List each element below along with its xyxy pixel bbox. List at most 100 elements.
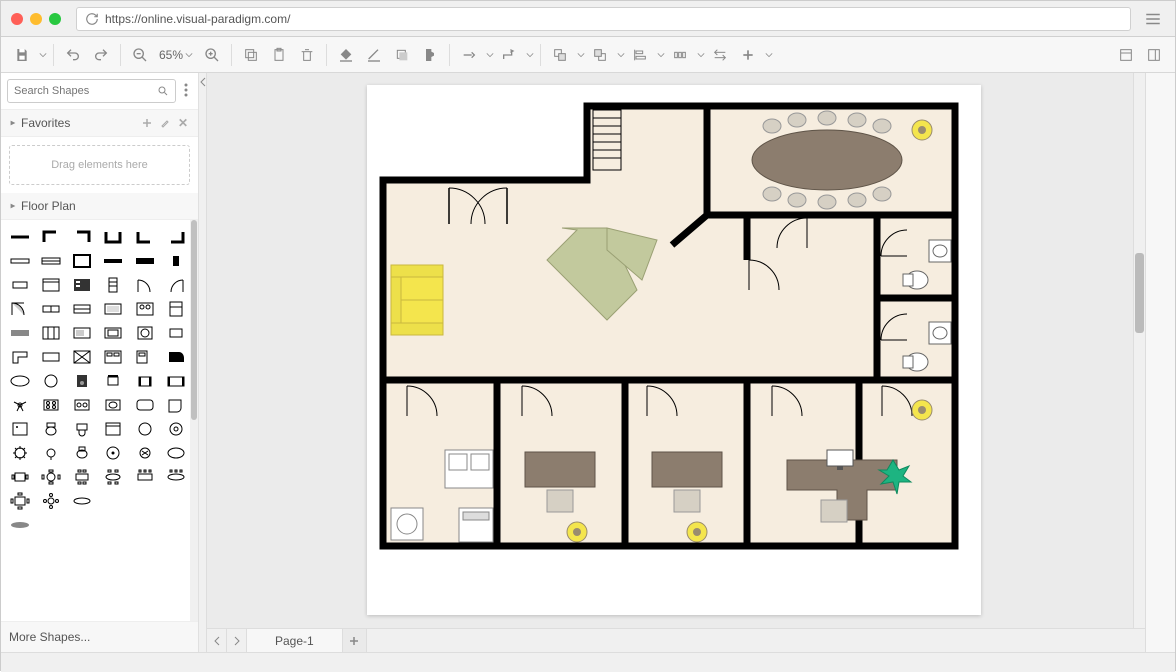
shape-rug-round[interactable] [163, 442, 189, 464]
shape-dining-square[interactable] [7, 466, 33, 488]
sidebar-collapse-handle[interactable] [199, 73, 207, 652]
favorites-edit-button[interactable] [158, 116, 172, 130]
outline-toggle-button[interactable] [1141, 42, 1167, 68]
shape-wall-horizontal[interactable] [7, 226, 33, 248]
favorites-close-button[interactable]: ✕ [176, 116, 190, 130]
save-dropdown-icon[interactable] [39, 51, 47, 59]
waypoint-button[interactable] [496, 42, 522, 68]
shape-sliding-door[interactable] [69, 298, 95, 320]
shape-tv[interactable] [100, 298, 126, 320]
shape-dining-rect[interactable] [69, 466, 95, 488]
shape-microwave[interactable] [69, 322, 95, 344]
favorites-add-button[interactable] [140, 116, 154, 130]
minimize-window-button[interactable] [30, 13, 42, 25]
distribute-dropdown-icon[interactable] [697, 51, 705, 59]
shape-corner-tr[interactable] [69, 226, 95, 248]
shape-table-round[interactable] [38, 370, 64, 392]
toback-dropdown-icon[interactable] [617, 51, 625, 59]
shape-counter[interactable] [38, 346, 64, 368]
undo-button[interactable] [60, 42, 86, 68]
shape-conf-table[interactable] [69, 490, 95, 512]
shape-window-casement[interactable] [38, 298, 64, 320]
copy-button[interactable] [238, 42, 264, 68]
shape-table-chairs-1[interactable] [7, 490, 33, 512]
delete-button[interactable] [294, 42, 320, 68]
shape-bed-single[interactable] [132, 346, 158, 368]
shape-chair[interactable] [100, 370, 126, 392]
maximize-window-button[interactable] [49, 13, 61, 25]
floorplan-section-header[interactable]: Floor Plan [1, 193, 198, 220]
shape-cabinet[interactable] [38, 274, 64, 296]
shape-sofa-small[interactable] [163, 370, 189, 392]
ceiling-light[interactable] [912, 400, 932, 420]
page-tab-1[interactable]: Page-1 [247, 629, 343, 652]
shape-range[interactable] [38, 394, 64, 416]
distribute-button[interactable] [667, 42, 693, 68]
line-color-button[interactable] [361, 42, 387, 68]
insert-button[interactable] [735, 42, 761, 68]
shape-dresser[interactable] [69, 274, 95, 296]
format-painter-button[interactable] [417, 42, 443, 68]
url-bar[interactable] [76, 7, 1131, 31]
sofa[interactable] [391, 265, 443, 335]
shape-empty-1[interactable] [100, 490, 126, 512]
favorites-drop-zone[interactable]: Drag elements here [9, 145, 190, 185]
ceiling-light[interactable] [687, 522, 707, 542]
shape-table-small[interactable] [7, 274, 33, 296]
shape-empty-3[interactable] [163, 490, 189, 512]
shape-shower[interactable] [7, 418, 33, 440]
shape-sink[interactable] [69, 418, 95, 440]
search-input[interactable] [14, 85, 157, 97]
canvas-area[interactable] [207, 73, 1145, 628]
shape-fan[interactable] [7, 394, 33, 416]
shape-shelf[interactable] [100, 274, 126, 296]
shape-sink-kitchen[interactable] [100, 322, 126, 344]
waypoint-dropdown-icon[interactable] [526, 51, 534, 59]
shape-washer[interactable] [132, 322, 158, 344]
more-shapes-button[interactable]: More Shapes... [1, 621, 198, 652]
shape-lamp-floor[interactable] [132, 418, 158, 440]
shadow-button[interactable] [389, 42, 415, 68]
format-panel-toggle-button[interactable] [1113, 42, 1139, 68]
url-input[interactable] [105, 12, 1122, 26]
fill-color-button[interactable] [333, 42, 359, 68]
shape-window[interactable] [7, 250, 33, 272]
align-dropdown-icon[interactable] [657, 51, 665, 59]
shape-door-right[interactable] [163, 274, 189, 296]
shape-door-quarter[interactable] [7, 298, 33, 320]
paste-button[interactable] [266, 42, 292, 68]
shape-corner-bl[interactable] [132, 226, 158, 248]
browser-menu-button[interactable] [1141, 7, 1165, 31]
shape-piano[interactable] [163, 346, 189, 368]
drawing-page[interactable] [367, 85, 981, 615]
redo-button[interactable] [88, 42, 114, 68]
zoom-out-button[interactable] [127, 42, 153, 68]
to-back-button[interactable] [587, 42, 613, 68]
insert-dropdown-icon[interactable] [765, 51, 773, 59]
search-shapes-box[interactable] [7, 79, 176, 103]
shape-table-round-4[interactable] [38, 490, 64, 512]
shape-wall-segment[interactable] [100, 250, 126, 272]
shape-tub-corner[interactable] [163, 394, 189, 416]
shape-toilet-top[interactable] [38, 418, 64, 440]
shape-corner-br[interactable] [163, 226, 189, 248]
sidebar-scrollbar[interactable] [190, 220, 198, 621]
reload-icon[interactable] [85, 12, 99, 26]
zoom-in-button[interactable] [199, 42, 225, 68]
shape-light-ceiling[interactable] [163, 418, 189, 440]
ceiling-light[interactable] [567, 522, 587, 542]
shape-dishwasher[interactable] [100, 418, 126, 440]
ceiling-light[interactable] [912, 120, 932, 140]
direction-toggle-button[interactable] [707, 42, 733, 68]
close-window-button[interactable] [11, 13, 23, 25]
shape-door-left[interactable] [132, 274, 158, 296]
shape-fridge[interactable] [163, 298, 189, 320]
shape-stove[interactable] [132, 298, 158, 320]
shape-wall-u[interactable] [100, 226, 126, 248]
shape-dining-long[interactable] [132, 466, 158, 488]
floorplan-diagram[interactable] [377, 100, 961, 552]
shape-lamp-table[interactable] [38, 442, 64, 464]
shape-side-table[interactable] [163, 322, 189, 344]
zoom-level-display[interactable]: 65% [155, 48, 197, 62]
sidebar-menu-button[interactable] [180, 83, 192, 100]
